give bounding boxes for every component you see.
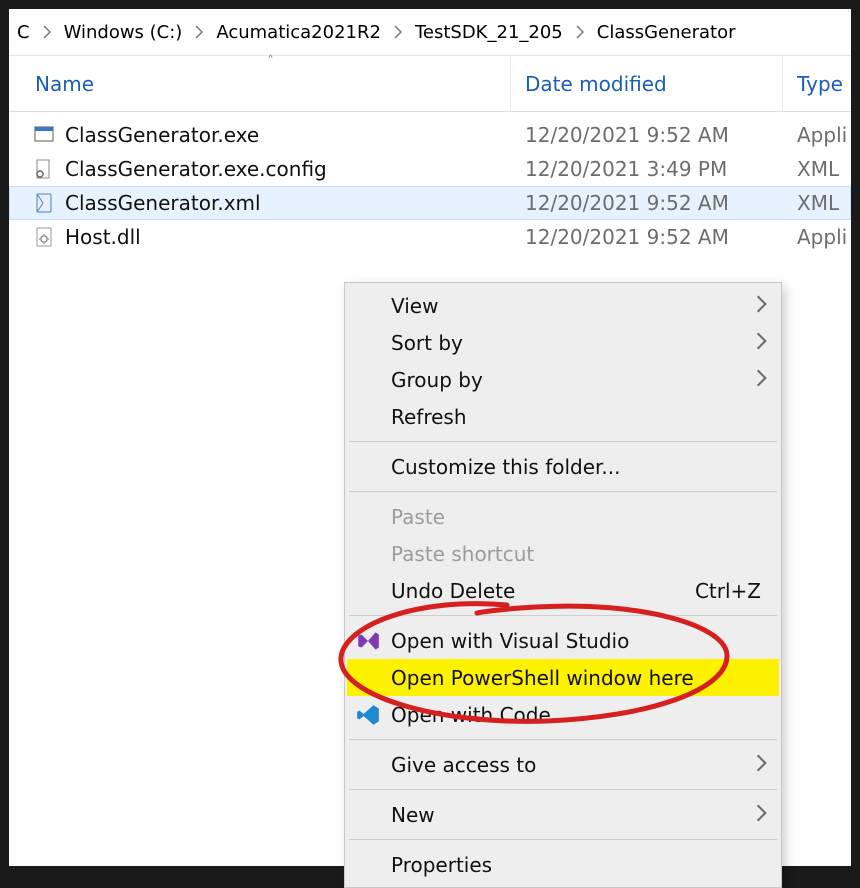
file-row[interactable]: Host.dll 12/20/2021 9:52 AM Appli xyxy=(9,220,851,254)
menu-item-open-with-code[interactable]: Open with Code xyxy=(347,696,779,733)
file-name: Host.dll xyxy=(65,225,141,249)
menu-label: Group by xyxy=(391,368,483,392)
menu-shortcut: Ctrl+Z xyxy=(695,579,767,603)
column-headers: ˄ Name Date modified Type xyxy=(9,56,851,112)
file-date: 12/20/2021 9:52 AM xyxy=(511,123,783,147)
menu-label: Paste shortcut xyxy=(391,542,534,566)
chevron-right-icon xyxy=(756,294,767,318)
menu-item-group-by[interactable]: Group by xyxy=(347,361,779,398)
menu-item-paste-shortcut: Paste shortcut xyxy=(347,535,779,572)
menu-item-new[interactable]: New xyxy=(347,796,779,833)
file-row[interactable]: ClassGenerator.exe.config 12/20/2021 3:4… xyxy=(9,152,851,186)
sort-caret-icon: ˄ xyxy=(267,54,274,70)
menu-label: Customize this folder... xyxy=(391,455,620,479)
menu-separator xyxy=(349,615,777,616)
exe-file-icon xyxy=(33,124,55,146)
file-list: ClassGenerator.exe 12/20/2021 9:52 AM Ap… xyxy=(9,112,851,254)
menu-item-paste: Paste xyxy=(347,498,779,535)
vscode-icon xyxy=(355,702,381,728)
menu-separator xyxy=(349,441,777,442)
context-menu: View Sort by Group by Refresh Customize … xyxy=(344,282,782,888)
chevron-right-icon xyxy=(756,331,767,355)
breadcrumb-item[interactable]: Windows (C:) xyxy=(58,18,189,47)
menu-item-refresh[interactable]: Refresh xyxy=(347,398,779,435)
menu-item-give-access-to[interactable]: Give access to xyxy=(347,746,779,783)
breadcrumb-item[interactable]: Acumatica2021R2 xyxy=(210,18,387,47)
dll-file-icon xyxy=(33,226,55,248)
menu-label: Properties xyxy=(391,853,492,877)
menu-item-customize[interactable]: Customize this folder... xyxy=(347,448,779,485)
file-type: XML xyxy=(783,157,839,181)
xml-file-icon xyxy=(33,192,55,214)
chevron-right-icon[interactable] xyxy=(569,25,591,39)
menu-label: Refresh xyxy=(391,405,467,429)
menu-item-view[interactable]: View xyxy=(347,287,779,324)
chevron-right-icon xyxy=(756,368,767,392)
menu-item-properties[interactable]: Properties xyxy=(347,846,779,883)
column-header-type[interactable]: Type xyxy=(783,56,843,111)
menu-label: New xyxy=(391,803,435,827)
menu-label: Sort by xyxy=(391,331,463,355)
file-date: 12/20/2021 3:49 PM xyxy=(511,157,783,181)
column-header-date[interactable]: Date modified xyxy=(511,56,783,111)
file-type: XML xyxy=(783,191,839,215)
file-type: Appli xyxy=(783,225,847,249)
menu-separator xyxy=(349,789,777,790)
chevron-right-icon[interactable] xyxy=(36,25,58,39)
file-date: 12/20/2021 9:52 AM xyxy=(511,225,783,249)
menu-item-open-visual-studio[interactable]: Open with Visual Studio xyxy=(347,622,779,659)
menu-label: Open with Code xyxy=(391,703,551,727)
menu-item-open-powershell[interactable]: Open PowerShell window here xyxy=(347,659,779,696)
config-file-icon xyxy=(33,158,55,180)
file-name: ClassGenerator.xml xyxy=(65,191,261,215)
breadcrumb-item[interactable]: TestSDK_21_205 xyxy=(409,18,569,47)
breadcrumb[interactable]: C Windows (C:) Acumatica2021R2 TestSDK_2… xyxy=(9,9,851,56)
file-date: 12/20/2021 9:52 AM xyxy=(511,191,783,215)
file-explorer-window: C Windows (C:) Acumatica2021R2 TestSDK_2… xyxy=(9,9,851,866)
column-header-name[interactable]: Name xyxy=(9,56,511,111)
menu-label: Paste xyxy=(391,505,445,529)
file-type: Appli xyxy=(783,123,847,147)
visual-studio-icon xyxy=(355,628,381,654)
breadcrumb-item[interactable]: ClassGenerator xyxy=(591,18,742,47)
file-name: ClassGenerator.exe.config xyxy=(65,157,327,181)
menu-label: Open with Visual Studio xyxy=(391,629,629,653)
chevron-right-icon[interactable] xyxy=(188,25,210,39)
menu-separator xyxy=(349,491,777,492)
file-row[interactable]: ClassGenerator.exe 12/20/2021 9:52 AM Ap… xyxy=(9,118,851,152)
file-row[interactable]: ClassGenerator.xml 12/20/2021 9:52 AM XM… xyxy=(9,186,851,220)
menu-item-undo-delete[interactable]: Undo Delete Ctrl+Z xyxy=(347,572,779,609)
chevron-right-icon[interactable] xyxy=(387,25,409,39)
menu-label: Undo Delete xyxy=(391,579,515,603)
menu-separator xyxy=(349,839,777,840)
chevron-right-icon xyxy=(756,803,767,827)
chevron-right-icon xyxy=(756,753,767,777)
breadcrumb-item[interactable]: C xyxy=(11,18,36,47)
menu-label: View xyxy=(391,294,438,318)
file-name: ClassGenerator.exe xyxy=(65,123,259,147)
menu-label: Give access to xyxy=(391,753,536,777)
menu-label: Open PowerShell window here xyxy=(391,666,694,690)
menu-item-sort-by[interactable]: Sort by xyxy=(347,324,779,361)
menu-separator xyxy=(349,739,777,740)
